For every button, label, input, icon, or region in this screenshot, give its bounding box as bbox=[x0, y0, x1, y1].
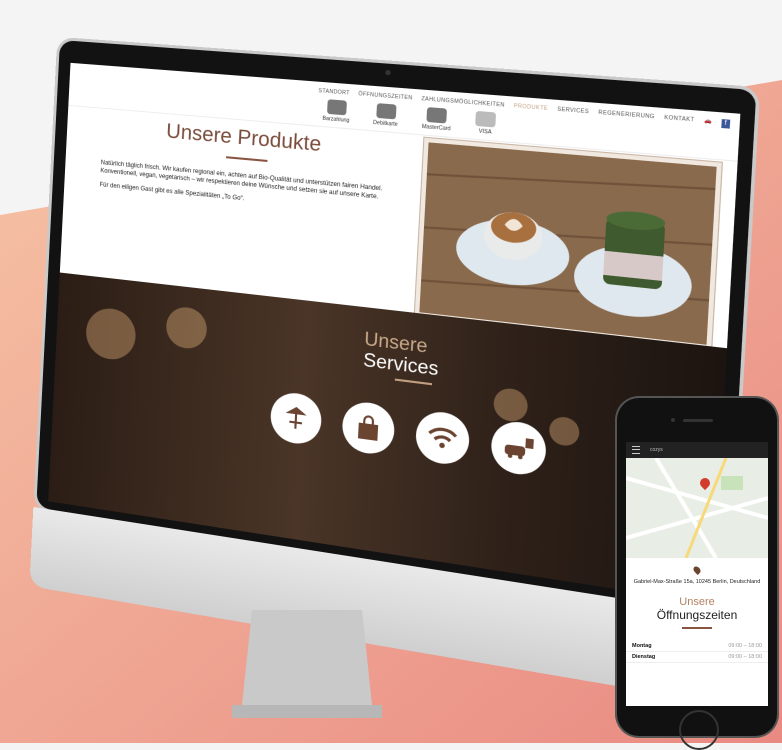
phone-logo[interactable]: cozys bbox=[650, 447, 663, 453]
hamburger-menu-icon[interactable] bbox=[632, 446, 640, 454]
shopping-bag-icon[interactable] bbox=[341, 399, 396, 457]
payment-visa: VISA bbox=[475, 110, 497, 136]
facebook-icon[interactable]: f bbox=[721, 119, 731, 129]
location-pin-icon bbox=[692, 565, 702, 575]
products-text: Natürlich täglich frisch. Wir kaufen reg… bbox=[99, 159, 412, 226]
hours-title-line1: Unsere bbox=[679, 596, 715, 608]
nav-item-produkte[interactable]: PRODUKTE bbox=[513, 103, 549, 114]
hours-row: Montag 09:00 – 18:00 bbox=[626, 641, 768, 652]
payment-label: Barzahlung bbox=[322, 115, 350, 125]
debit-card-icon bbox=[375, 103, 397, 120]
payment-cash: Barzahlung bbox=[322, 99, 350, 124]
address-text: Gabriel-Max-Straße 15a, 10245 Berlin, De… bbox=[633, 579, 761, 585]
hours-time: 09:00 – 18:00 bbox=[728, 643, 762, 649]
map-view[interactable] bbox=[626, 458, 768, 558]
bokeh-light bbox=[84, 305, 137, 363]
hours-divider bbox=[682, 627, 712, 629]
bokeh-light bbox=[492, 386, 529, 424]
nav-item-services[interactable]: SERVICES bbox=[557, 106, 589, 117]
coffee-photo-illustration bbox=[419, 142, 716, 345]
hours-day: Dienstag bbox=[632, 654, 656, 660]
hours-title-line2: Öffnungszeiten bbox=[656, 608, 738, 622]
parking-icon[interactable] bbox=[490, 418, 548, 478]
phone-camera bbox=[671, 418, 675, 422]
phone-speaker bbox=[683, 419, 713, 422]
phone-home-button[interactable] bbox=[679, 710, 719, 750]
payment-mastercard: MasterCard bbox=[421, 107, 452, 133]
payment-label: VISA bbox=[478, 128, 492, 136]
bokeh-light bbox=[548, 415, 581, 448]
phone-nav: cozys bbox=[626, 442, 768, 458]
payment-debit: Debitkarte bbox=[373, 103, 399, 128]
title-divider bbox=[226, 156, 268, 162]
wifi-icon[interactable] bbox=[414, 409, 471, 468]
camera bbox=[385, 69, 391, 76]
mastercard-icon bbox=[426, 107, 448, 124]
car-icon[interactable]: 🚗 bbox=[704, 118, 712, 128]
bokeh-light bbox=[165, 305, 208, 351]
hours-row: Dienstag 09:00 – 18:00 bbox=[626, 652, 768, 663]
services-divider bbox=[394, 378, 433, 386]
map-streets bbox=[626, 458, 768, 558]
hours-time: 09:00 – 18:00 bbox=[728, 654, 762, 660]
phone-screen: cozys Gabriel-Max-Straße 15a, 10245 Berl… bbox=[626, 442, 768, 706]
products-title: Unsere Produkte bbox=[165, 120, 322, 157]
nav-item-kontakt[interactable]: KONTAKT bbox=[664, 115, 695, 126]
hours-day: Montag bbox=[632, 643, 652, 649]
services-title-line2: Services bbox=[362, 349, 440, 380]
terrace-icon[interactable] bbox=[269, 390, 323, 447]
phone-mockup: cozys Gabriel-Max-Straße 15a, 10245 Berl… bbox=[617, 398, 777, 750]
imac-stand bbox=[232, 610, 382, 718]
payment-label: Debitkarte bbox=[372, 119, 398, 129]
visa-icon bbox=[475, 110, 497, 128]
payment-label: MasterCard bbox=[421, 123, 451, 133]
nav-item-regenerierung[interactable]: REGENERIERUNG bbox=[598, 110, 655, 123]
nav-item-standort[interactable]: STANDORT bbox=[318, 88, 350, 99]
cash-icon bbox=[326, 99, 347, 116]
